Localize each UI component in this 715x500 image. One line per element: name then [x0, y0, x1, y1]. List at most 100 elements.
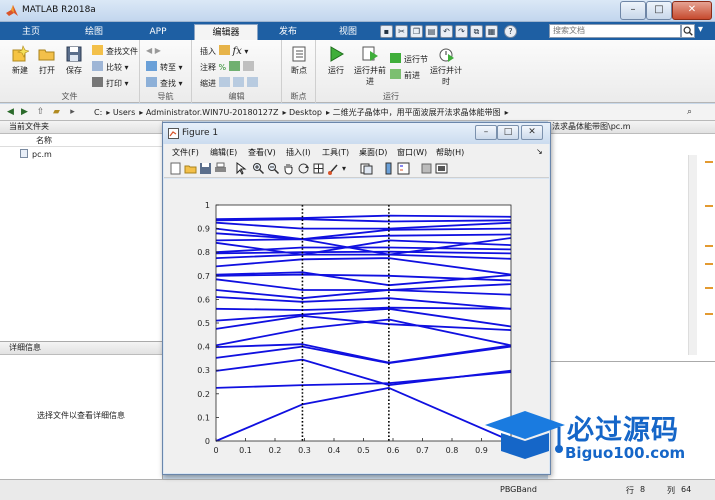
list-item[interactable]: pc.m: [0, 149, 162, 161]
compare-button[interactable]: 比较 ▾: [92, 61, 129, 73]
pan-hand-icon[interactable]: [282, 162, 295, 175]
tab-apps[interactable]: APP: [132, 24, 184, 40]
warning-mark[interactable]: [705, 161, 713, 163]
save-icon[interactable]: ▪: [380, 25, 393, 38]
run-button[interactable]: 运行: [320, 42, 352, 86]
advance-button[interactable]: 前进: [390, 69, 420, 81]
maximize-button[interactable]: □: [646, 1, 672, 20]
y-tick-label: 0.2: [197, 390, 210, 399]
run-advance-icon: [362, 46, 378, 61]
path-dropdown-icon[interactable]: ▸: [66, 106, 79, 119]
x-tick-label: 0.6: [387, 446, 400, 455]
menu-edit[interactable]: 编辑(E): [210, 147, 237, 158]
figure-maximize-button[interactable]: □: [497, 125, 519, 140]
insert-legend-icon[interactable]: [397, 162, 410, 175]
breadcrumb[interactable]: C: ▸ Users ▸ Administrator.WIN7U-20180127Z…: [94, 107, 509, 118]
menu-view[interactable]: 查看(V): [248, 147, 276, 158]
close-button[interactable]: ✕: [672, 1, 712, 20]
redo-icon[interactable]: ↷: [455, 25, 468, 38]
menu-insert[interactable]: 插入(I): [286, 147, 311, 158]
data-cursor-icon[interactable]: [312, 162, 325, 175]
matlab-logo-icon: [6, 5, 18, 16]
run-and-advance-button[interactable]: 运行并前进: [352, 42, 388, 86]
up-folder-icon[interactable]: ⇧: [34, 106, 47, 119]
print-figure-icon[interactable]: [214, 162, 227, 175]
path-search-icon[interactable]: ⌕: [683, 106, 696, 119]
current-folder-panel: 当前文件夹 名称 pc.m: [0, 121, 163, 341]
rotate-3d-icon[interactable]: [297, 162, 310, 175]
new-figure-icon[interactable]: [169, 162, 182, 175]
breakpoints-button[interactable]: 断点: [283, 42, 315, 86]
details-title: 详细信息: [0, 342, 162, 355]
minimize-button[interactable]: –: [620, 1, 646, 20]
ribbon-group-file: 新建 打开 保存 查找文件 比较 ▾ 打印 ▾ 文件: [0, 40, 140, 103]
forward-arrow-icon[interactable]: ▶: [18, 106, 31, 119]
search-icon[interactable]: [681, 24, 695, 38]
paste-icon[interactable]: ▤: [425, 25, 438, 38]
browse-folder-icon[interactable]: ▰: [50, 106, 63, 119]
y-tick-label: 0.4: [197, 343, 210, 352]
y-tick-label: 0.3: [197, 366, 210, 375]
back-arrow-icon[interactable]: ◀: [4, 106, 17, 119]
figure-close-button[interactable]: ✕: [521, 125, 543, 140]
status-col-value: 64: [681, 485, 692, 494]
menu-window[interactable]: 窗口(W): [397, 147, 427, 158]
run-section-button[interactable]: 运行节: [390, 53, 428, 65]
ribbon-group-edit: 插入 fx ▾ 注释 % 缩进 编辑: [192, 40, 282, 103]
find-button[interactable]: 查找 ▾: [146, 77, 183, 89]
goto-button[interactable]: 转至 ▾: [146, 61, 183, 73]
brush-icon[interactable]: [327, 162, 340, 175]
warning-mark[interactable]: [705, 205, 713, 207]
layout-icon[interactable]: ▦: [485, 25, 498, 38]
column-header-name[interactable]: 名称: [0, 135, 162, 147]
menu-tools[interactable]: 工具(T): [322, 147, 349, 158]
tab-view[interactable]: 视图: [322, 24, 374, 40]
run-and-time-button[interactable]: 运行并计时: [428, 42, 464, 86]
tab-publish[interactable]: 发布: [262, 24, 314, 40]
edit-plot-arrow-icon[interactable]: [234, 162, 247, 175]
print-button[interactable]: 打印 ▾: [92, 77, 129, 89]
warning-mark[interactable]: [705, 263, 713, 265]
save-button[interactable]: 保存: [58, 42, 90, 86]
menu-dock-icon[interactable]: ↘: [536, 147, 543, 156]
find-files-button[interactable]: 查找文件: [92, 45, 138, 57]
tab-editor[interactable]: 编辑器: [194, 24, 258, 40]
switch-windows-icon[interactable]: ⧉: [470, 25, 483, 38]
tab-plots[interactable]: 绘图: [68, 24, 120, 40]
run-play-icon: [330, 46, 344, 62]
tab-home[interactable]: 主页: [8, 24, 54, 40]
indent-button[interactable]: 缩进: [200, 77, 261, 89]
zoom-in-icon[interactable]: [252, 162, 265, 175]
open-file-icon[interactable]: [184, 162, 197, 175]
hide-plot-tools-icon[interactable]: [420, 162, 433, 175]
fx-icon[interactable]: fx: [233, 46, 242, 57]
insert-button[interactable]: 插入 fx ▾: [200, 45, 248, 57]
warning-mark[interactable]: [705, 287, 713, 289]
insert-colorbar-icon[interactable]: [382, 162, 395, 175]
show-plot-tools-icon[interactable]: [435, 162, 448, 175]
editor-file-tab[interactable]: 法求晶体能带图\pc.m: [548, 121, 715, 134]
back-forward-nav[interactable]: ◀ ▶: [146, 45, 161, 57]
menu-desktop[interactable]: 桌面(D): [359, 147, 387, 158]
figure-minimize-button[interactable]: –: [475, 125, 497, 140]
link-plot-icon[interactable]: [360, 162, 373, 175]
ribbon: 新建 打开 保存 查找文件 比较 ▾ 打印 ▾ 文件 ◀ ▶ 转至 ▾ 查找 ▾…: [0, 40, 715, 103]
save-figure-icon[interactable]: [199, 162, 212, 175]
watermark-title: 必过源码: [567, 415, 679, 446]
cut-icon[interactable]: ✂: [395, 25, 408, 38]
zoom-out-icon[interactable]: [267, 162, 280, 175]
editor-scrollbar[interactable]: [688, 155, 697, 355]
x-tick-label: 0.3: [298, 446, 311, 455]
comment-button[interactable]: 注释 %: [200, 61, 257, 73]
search-input[interactable]: 搜索文档: [549, 24, 681, 38]
undo-icon[interactable]: ↶: [440, 25, 453, 38]
copy-icon[interactable]: ❐: [410, 25, 423, 38]
help-icon[interactable]: ?: [504, 25, 517, 38]
warning-mark[interactable]: [705, 245, 713, 247]
brush-dropdown-icon[interactable]: ▾: [342, 162, 355, 175]
menu-file[interactable]: 文件(F): [172, 147, 199, 158]
collapse-ribbon-icon[interactable]: ▾: [698, 25, 712, 37]
menu-help[interactable]: 帮助(H): [436, 147, 464, 158]
warning-mark[interactable]: [705, 313, 713, 315]
figure-icon: [168, 128, 179, 139]
